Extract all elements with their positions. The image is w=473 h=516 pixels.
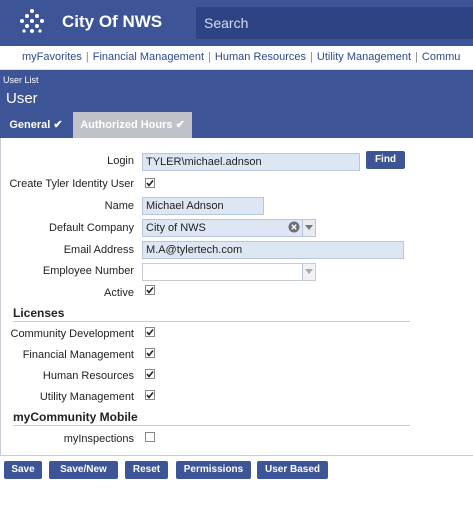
- nav-item-community[interactable]: Commu: [422, 51, 461, 63]
- divider: [13, 425, 410, 426]
- create-identity-checkbox[interactable]: [145, 178, 155, 188]
- nav-separator: |: [415, 51, 418, 63]
- myinspections-checkbox[interactable]: [145, 432, 155, 442]
- default-company-dropdown-button[interactable]: [302, 220, 315, 236]
- active-label: Active: [104, 287, 134, 299]
- login-field[interactable]: TYLER\michael.adnson: [142, 153, 360, 171]
- user-based-button[interactable]: User Based: [257, 461, 328, 479]
- nav-item-myfavorites[interactable]: myFavorites: [22, 51, 82, 63]
- create-identity-label: Create Tyler Identity User: [9, 178, 134, 190]
- module-nav: myFavorites | Financial Management | Human R…: [0, 46, 473, 70]
- license-utility-management-checkbox[interactable]: [145, 390, 155, 400]
- nav-separator: |: [85, 51, 89, 63]
- reset-button[interactable]: Reset: [125, 461, 168, 479]
- mobile-heading: myCommunity Mobile: [13, 410, 138, 424]
- license-utility-management-label: Utility Management: [39, 391, 134, 403]
- default-company-value: City of NWS: [146, 222, 206, 234]
- app-logo-icon[interactable]: [18, 8, 46, 36]
- employee-number-label: Employee Number: [42, 265, 134, 277]
- tab-general-label: General: [9, 119, 51, 131]
- license-human-resources-label: Human Resources: [42, 370, 134, 382]
- checkmark-icon: ✔: [53, 119, 63, 131]
- nav-separator: |: [310, 51, 313, 63]
- chevron-down-icon: [305, 269, 313, 274]
- page-title: User: [6, 90, 38, 107]
- nav-item-utility-management[interactable]: Utility Management: [317, 51, 411, 63]
- myinspections-label: myInspections: [63, 433, 134, 445]
- checkmark-icon: ✔: [175, 119, 185, 131]
- employee-number-dropdown-button[interactable]: [302, 264, 315, 280]
- search-input[interactable]: Search: [196, 7, 473, 39]
- save-button[interactable]: Save: [4, 461, 42, 479]
- save-new-button[interactable]: Save/New: [49, 461, 118, 479]
- employee-number-select[interactable]: [142, 263, 316, 281]
- license-financial-management-label: Financial Management: [22, 349, 134, 361]
- active-checkbox[interactable]: [145, 285, 155, 295]
- top-bar: City Of NWS Search: [0, 0, 473, 46]
- divider: [13, 321, 410, 322]
- app-title: City Of NWS: [62, 12, 163, 31]
- find-button[interactable]: Find: [366, 151, 405, 169]
- email-label: Email Address: [63, 244, 134, 256]
- breadcrumb[interactable]: User List: [3, 75, 39, 85]
- login-label: Login: [107, 155, 134, 167]
- license-human-resources-checkbox[interactable]: [145, 369, 155, 379]
- nav-item-human-resources[interactable]: Human Resources: [215, 51, 306, 63]
- license-financial-management-checkbox[interactable]: [145, 348, 155, 358]
- nav-item-financial-management[interactable]: Financial Management: [93, 51, 204, 63]
- page-header: User List User: [0, 70, 473, 112]
- clear-icon[interactable]: [288, 221, 300, 233]
- nav-separator: |: [208, 51, 211, 63]
- tab-authorized-hours[interactable]: Authorized Hours ✔: [73, 112, 192, 138]
- name-label: Name: [104, 200, 134, 212]
- tab-general[interactable]: General ✔: [3, 112, 69, 138]
- chevron-down-icon: [305, 225, 313, 230]
- license-community-development-label: Community Development: [10, 328, 135, 340]
- default-company-label: Default Company: [49, 222, 134, 234]
- permissions-button[interactable]: Permissions: [176, 461, 251, 479]
- licenses-heading: Licenses: [13, 306, 65, 320]
- license-community-development-checkbox[interactable]: [145, 327, 155, 337]
- tab-authorized-hours-label: Authorized Hours: [80, 119, 173, 131]
- email-field[interactable]: M.A@tylertech.com: [142, 241, 404, 259]
- name-field[interactable]: Michael Adnson: [142, 197, 264, 215]
- tab-bar: General ✔ Authorized Hours ✔: [0, 112, 473, 138]
